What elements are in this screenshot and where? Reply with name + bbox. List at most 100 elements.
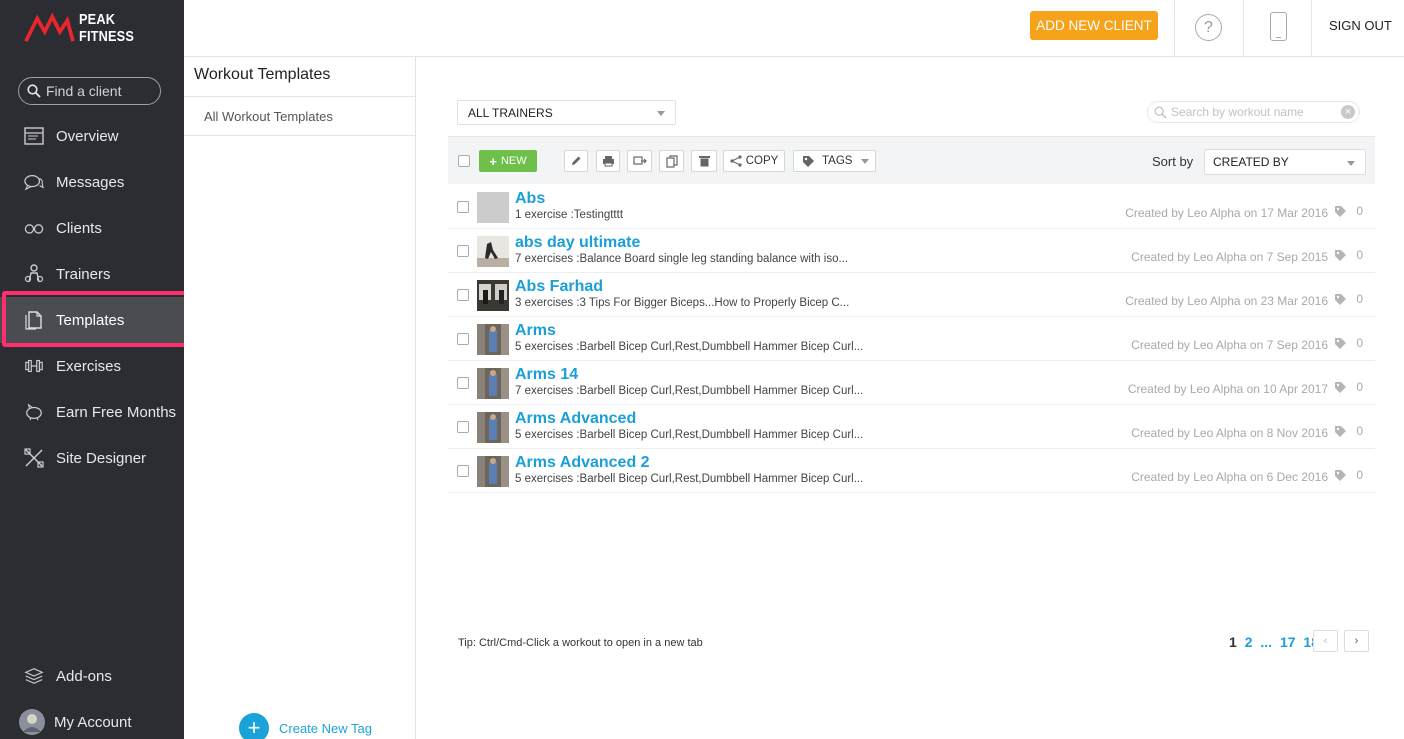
trash-icon [698,156,710,167]
trainers-icon [24,264,44,284]
nav-exercises[interactable]: Exercises [0,343,184,389]
row-checkbox[interactable] [457,245,469,257]
page-1[interactable]: 1 [1229,634,1237,650]
workout-thumbnail[interactable] [477,412,509,443]
nav-overview[interactable]: Overview [0,113,184,159]
topbar: ADD NEW CLIENT ? SIGN OUT [184,0,1404,57]
workout-tags[interactable]: 0 [1334,336,1363,350]
tags-dropdown[interactable]: TAGS [793,150,876,172]
workout-description: 3 exercises :3 Tips For Bigger Biceps...… [515,297,850,309]
workout-thumbnail[interactable] [477,456,509,487]
assign-button[interactable] [627,150,652,172]
help-icon[interactable]: ? [1195,14,1222,41]
logo[interactable]: PEAK FITNESS [24,11,184,45]
workout-created-by: Created by Leo Alpha on 7 Sep 2015 [1131,250,1328,264]
workout-row[interactable]: abs day ultimate 7 exercises :Balance Boa… [448,229,1375,273]
row-checkbox[interactable] [457,289,469,301]
edit-button[interactable] [564,150,588,172]
tag-icon [1335,205,1347,217]
workout-title[interactable]: Arms Advanced 2 [515,454,650,472]
workout-tags[interactable]: 0 [1334,204,1363,218]
workout-row[interactable]: Arms 14 7 exercises :Barbell Bicep Curl,R… [448,361,1375,405]
workout-created-by: Created by Leo Alpha on 10 Apr 2017 [1127,382,1328,396]
row-checkbox[interactable] [457,201,469,213]
workout-created-by: Created by Leo Alpha on 7 Sep 2016 [1131,338,1328,352]
workout-thumbnail[interactable] [477,236,509,267]
add-new-client-button[interactable]: ADD NEW CLIENT [1030,11,1158,40]
find-client-input[interactable] [46,83,156,99]
workout-title[interactable]: abs day ultimate [515,234,640,252]
layers-icon [24,666,44,686]
tag-count: 0 [1356,468,1363,482]
workout-title[interactable]: Arms 14 [515,366,578,384]
delete-button[interactable] [691,150,717,172]
workout-created-by: Created by Leo Alpha on 17 Mar 2016 [1125,206,1328,220]
print-button[interactable] [596,150,620,172]
nav-earn-free-months[interactable]: Earn Free Months [0,389,184,435]
workout-title[interactable]: Arms [515,322,556,340]
workout-row[interactable]: Abs 1 exercise :Testingtttt Created by Leo… [448,185,1375,229]
workout-tags[interactable]: 0 [1334,292,1363,306]
nav-site-designer[interactable]: Site Designer [0,435,184,481]
workout-title[interactable]: Abs Farhad [515,278,603,296]
nav-trainers[interactable]: Trainers [0,251,184,297]
nav-my-account[interactable]: My Account [0,699,184,739]
select-all-checkbox[interactable] [458,155,470,167]
copy-button[interactable]: COPY [723,150,785,172]
prev-page-button[interactable]: ‹ [1313,630,1338,652]
workout-thumbnail[interactable] [477,324,509,355]
tag-count: 0 [1356,380,1363,394]
page-2[interactable]: 2 [1245,634,1253,650]
workout-row[interactable]: Arms Advanced 25 exercises :Barbell Bice… [448,449,1375,493]
workout-tags[interactable]: 0 [1334,248,1363,262]
create-new-tag-button[interactable]: + Create New Tag [239,713,372,739]
dumbbell-icon [24,356,44,376]
divider [1174,0,1175,57]
workout-row[interactable]: Arms Advanced 5 exercises :Barbell Bicep … [448,405,1375,449]
page-17[interactable]: 17 [1280,634,1296,650]
share-icon [730,155,742,167]
row-checkbox[interactable] [457,421,469,433]
workout-tags[interactable]: 0 [1334,380,1363,394]
new-label: NEW [500,155,527,167]
trainer-filter-select[interactable]: ALL TRAINERS [457,100,676,125]
row-checkbox[interactable] [457,333,469,345]
row-checkbox[interactable] [457,465,469,477]
nav-clients[interactable]: Clients [0,205,184,251]
workout-created-by: Created by Leo Alpha on 23 Mar 2016 [1125,294,1328,308]
row-checkbox[interactable] [457,377,469,389]
find-client-search[interactable] [18,77,161,105]
messages-icon [24,172,44,192]
all-workout-templates-link[interactable]: All Workout Templates [204,109,333,124]
workout-search-input[interactable] [1171,105,1336,119]
nav-label: Earn Free Months [56,403,177,421]
nav-templates[interactable]: Templates [0,297,184,343]
workout-search[interactable]: × [1147,101,1360,123]
nav-add-ons[interactable]: Add-ons [0,653,184,699]
nav-messages[interactable]: Messages [0,159,184,205]
workout-row[interactable]: Abs Farhad 3 exercises :3 Tips For Bigger… [448,273,1375,317]
workout-title[interactable]: Arms Advanced [515,410,636,428]
new-workout-button[interactable]: + NEW [479,150,537,172]
workout-title[interactable]: Abs [515,190,545,208]
workout-row[interactable]: Arms 5 exercises :Barbell Bicep Curl,Rest… [448,317,1375,361]
mobile-icon[interactable] [1270,12,1287,41]
next-page-button[interactable]: › [1344,630,1369,652]
tag-count: 0 [1356,336,1363,350]
clear-icon[interactable]: × [1341,105,1355,119]
sign-out-link[interactable]: SIGN OUT [1329,18,1392,33]
workout-tags[interactable]: 0 [1334,468,1363,482]
pagination: 1 2 ... 17 18 [1229,634,1323,650]
search-icon [1154,105,1167,119]
nav-label: Site Designer [56,449,147,467]
nav-label: Add-ons [56,667,112,685]
duplicate-button[interactable] [659,150,684,172]
sort-by-select[interactable]: CREATED BY [1204,149,1366,175]
workout-thumbnail[interactable] [477,192,509,223]
workout-thumbnail[interactable] [477,368,509,399]
copy-label: COPY [745,155,779,167]
workout-tags[interactable]: 0 [1334,424,1363,438]
tag-icon [1335,337,1347,349]
workout-thumbnail[interactable] [477,280,509,311]
tag-icon [1335,293,1347,305]
